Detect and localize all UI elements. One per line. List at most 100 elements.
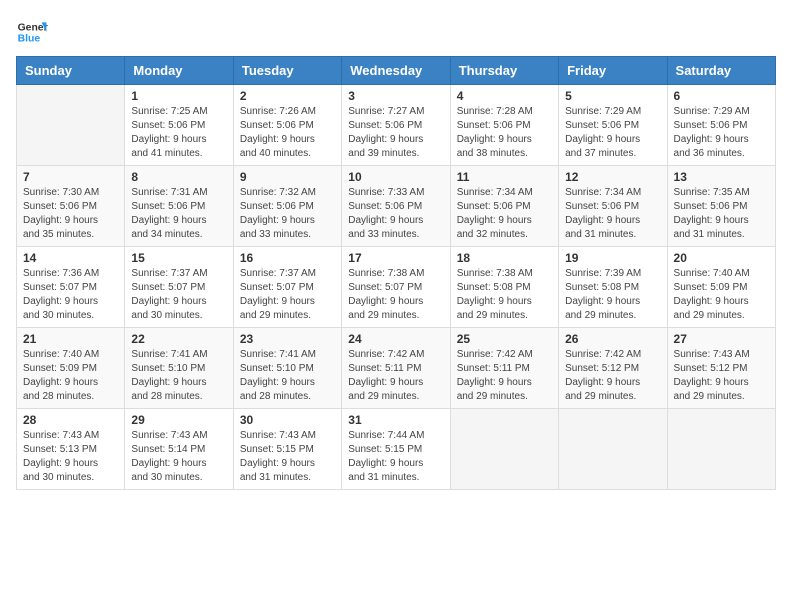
day-info: Sunrise: 7:31 AM Sunset: 5:06 PM Dayligh… [131,186,226,242]
day-info: Sunrise: 7:29 AM Sunset: 5:06 PM Dayligh… [674,105,769,161]
day-number: 9 [240,170,335,184]
day-info: Sunrise: 7:41 AM Sunset: 5:10 PM Dayligh… [240,348,335,404]
calendar-cell: 30 Sunrise: 7:43 AM Sunset: 5:15 PM Dayli… [233,409,341,490]
day-number: 10 [348,170,443,184]
day-number: 16 [240,251,335,265]
day-number: 18 [457,251,552,265]
day-info: Sunrise: 7:29 AM Sunset: 5:06 PM Dayligh… [565,105,660,161]
calendar-table: SundayMondayTuesdayWednesdayThursdayFrid… [16,56,776,490]
day-info: Sunrise: 7:44 AM Sunset: 5:15 PM Dayligh… [348,429,443,485]
calendar-cell: 5 Sunrise: 7:29 AM Sunset: 5:06 PM Daylig… [559,85,667,166]
day-info: Sunrise: 7:40 AM Sunset: 5:09 PM Dayligh… [674,267,769,323]
calendar-cell [17,85,125,166]
calendar-cell: 3Sunrise: 7:27 AM Sunset: 5:06 PM Daylig… [342,85,450,166]
weekday-header-thursday: Thursday [450,57,558,85]
weekday-header-tuesday: Tuesday [233,57,341,85]
day-number: 23 [240,332,335,346]
calendar-cell: 19 Sunrise: 7:39 AM Sunset: 5:08 PM Dayli… [559,247,667,328]
day-info: Sunrise: 7:28 AM Sunset: 5:06 PM Dayligh… [457,105,552,161]
day-number: 5 [565,89,660,103]
day-info: Sunrise: 7:35 AM Sunset: 5:06 PM Dayligh… [674,186,769,242]
calendar-cell: 21Sunrise: 7:40 AM Sunset: 5:09 PM Dayli… [17,328,125,409]
day-info: Sunrise: 7:30 AM Sunset: 5:06 PM Dayligh… [23,186,118,242]
day-number: 7 [23,170,118,184]
calendar-header-row: SundayMondayTuesdayWednesdayThursdayFrid… [17,57,776,85]
calendar-cell: 25Sunrise: 7:42 AM Sunset: 5:11 PM Dayli… [450,328,558,409]
day-info: Sunrise: 7:40 AM Sunset: 5:09 PM Dayligh… [23,348,118,404]
day-number: 13 [674,170,769,184]
day-number: 19 [565,251,660,265]
weekday-header-friday: Friday [559,57,667,85]
calendar-week-row: 21Sunrise: 7:40 AM Sunset: 5:09 PM Dayli… [17,328,776,409]
calendar-cell: 31 Sunrise: 7:44 AM Sunset: 5:15 PM Dayli… [342,409,450,490]
weekday-header-sunday: Sunday [17,57,125,85]
day-number: 22 [131,332,226,346]
calendar-cell: 29 Sunrise: 7:43 AM Sunset: 5:14 PM Dayli… [125,409,233,490]
day-info: Sunrise: 7:38 AM Sunset: 5:08 PM Dayligh… [457,267,552,323]
day-info: Sunrise: 7:42 AM Sunset: 5:11 PM Dayligh… [348,348,443,404]
day-number: 26 [565,332,660,346]
calendar-cell: 14Sunrise: 7:36 AM Sunset: 5:07 PM Dayli… [17,247,125,328]
day-info: Sunrise: 7:38 AM Sunset: 5:07 PM Dayligh… [348,267,443,323]
day-info: Sunrise: 7:42 AM Sunset: 5:11 PM Dayligh… [457,348,552,404]
day-number: 6 [674,89,769,103]
day-info: Sunrise: 7:37 AM Sunset: 5:07 PM Dayligh… [240,267,335,323]
calendar-cell: 17 Sunrise: 7:38 AM Sunset: 5:07 PM Dayli… [342,247,450,328]
calendar-cell: 27Sunrise: 7:43 AM Sunset: 5:12 PM Dayli… [667,328,775,409]
calendar-cell: 6 Sunrise: 7:29 AM Sunset: 5:06 PM Daylig… [667,85,775,166]
page-header: General Blue [16,16,776,48]
day-number: 15 [131,251,226,265]
day-number: 12 [565,170,660,184]
day-info: Sunrise: 7:33 AM Sunset: 5:06 PM Dayligh… [348,186,443,242]
day-number: 1 [131,89,226,103]
calendar-cell: 10 Sunrise: 7:33 AM Sunset: 5:06 PM Dayli… [342,166,450,247]
svg-text:Blue: Blue [18,34,41,45]
weekday-header-saturday: Saturday [667,57,775,85]
calendar-cell: 22 Sunrise: 7:41 AM Sunset: 5:10 PM Dayli… [125,328,233,409]
day-info: Sunrise: 7:34 AM Sunset: 5:06 PM Dayligh… [565,186,660,242]
calendar-cell [667,409,775,490]
calendar-cell [559,409,667,490]
calendar-cell: 4 Sunrise: 7:28 AM Sunset: 5:06 PM Daylig… [450,85,558,166]
day-number: 2 [240,89,335,103]
day-number: 29 [131,413,226,427]
day-info: Sunrise: 7:37 AM Sunset: 5:07 PM Dayligh… [131,267,226,323]
day-info: Sunrise: 7:34 AM Sunset: 5:06 PM Dayligh… [457,186,552,242]
day-info: Sunrise: 7:32 AM Sunset: 5:06 PM Dayligh… [240,186,335,242]
day-number: 14 [23,251,118,265]
day-info: Sunrise: 7:43 AM Sunset: 5:15 PM Dayligh… [240,429,335,485]
calendar-cell: 16 Sunrise: 7:37 AM Sunset: 5:07 PM Dayli… [233,247,341,328]
day-info: Sunrise: 7:43 AM Sunset: 5:14 PM Dayligh… [131,429,226,485]
calendar-cell: 20Sunrise: 7:40 AM Sunset: 5:09 PM Dayli… [667,247,775,328]
day-info: Sunrise: 7:26 AM Sunset: 5:06 PM Dayligh… [240,105,335,161]
weekday-header-wednesday: Wednesday [342,57,450,85]
day-info: Sunrise: 7:39 AM Sunset: 5:08 PM Dayligh… [565,267,660,323]
day-number: 11 [457,170,552,184]
day-number: 24 [348,332,443,346]
calendar-cell: 1Sunrise: 7:25 AM Sunset: 5:06 PM Daylig… [125,85,233,166]
weekday-header-monday: Monday [125,57,233,85]
day-number: 31 [348,413,443,427]
calendar-cell: 26 Sunrise: 7:42 AM Sunset: 5:12 PM Dayli… [559,328,667,409]
calendar-cell: 24 Sunrise: 7:42 AM Sunset: 5:11 PM Dayli… [342,328,450,409]
day-info: Sunrise: 7:42 AM Sunset: 5:12 PM Dayligh… [565,348,660,404]
day-info: Sunrise: 7:41 AM Sunset: 5:10 PM Dayligh… [131,348,226,404]
calendar-cell: 7 Sunrise: 7:30 AM Sunset: 5:06 PM Daylig… [17,166,125,247]
calendar-week-row: 7 Sunrise: 7:30 AM Sunset: 5:06 PM Daylig… [17,166,776,247]
calendar-cell: 18 Sunrise: 7:38 AM Sunset: 5:08 PM Dayli… [450,247,558,328]
calendar-cell: 2 Sunrise: 7:26 AM Sunset: 5:06 PM Daylig… [233,85,341,166]
calendar-cell: 13 Sunrise: 7:35 AM Sunset: 5:06 PM Dayli… [667,166,775,247]
calendar-cell: 8Sunrise: 7:31 AM Sunset: 5:06 PM Daylig… [125,166,233,247]
calendar-cell [450,409,558,490]
day-number: 17 [348,251,443,265]
calendar-cell: 15 Sunrise: 7:37 AM Sunset: 5:07 PM Dayli… [125,247,233,328]
calendar-week-row: 1Sunrise: 7:25 AM Sunset: 5:06 PM Daylig… [17,85,776,166]
calendar-cell: 11 Sunrise: 7:34 AM Sunset: 5:06 PM Dayli… [450,166,558,247]
logo: General Blue [16,16,52,48]
logo-icon: General Blue [16,16,48,48]
calendar-cell: 9 Sunrise: 7:32 AM Sunset: 5:06 PM Daylig… [233,166,341,247]
day-info: Sunrise: 7:43 AM Sunset: 5:13 PM Dayligh… [23,429,118,485]
calendar-week-row: 28Sunrise: 7:43 AM Sunset: 5:13 PM Dayli… [17,409,776,490]
day-number: 4 [457,89,552,103]
day-number: 30 [240,413,335,427]
